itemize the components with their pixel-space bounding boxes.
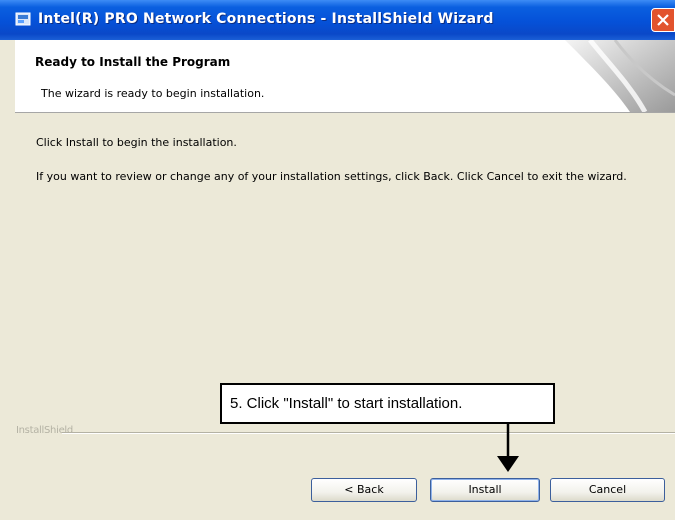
installer-app-icon: [15, 11, 31, 27]
installshield-brand-label: InstallShield: [16, 425, 73, 436]
install-button[interactable]: Install: [430, 478, 540, 502]
step-callout-text: 5. Click "Install" to start installation…: [230, 395, 463, 412]
footer-divider: [62, 432, 675, 434]
step-callout-box: 5. Click "Install" to start installation…: [220, 383, 555, 424]
close-button[interactable]: [651, 8, 675, 32]
close-icon: [657, 14, 669, 26]
title-bar[interactable]: Intel(R) PRO Network Connections - Insta…: [0, 0, 675, 40]
back-button[interactable]: < Back: [311, 478, 417, 502]
cancel-button[interactable]: Cancel: [550, 478, 665, 502]
instruction-text: Click Install to begin the installation.: [36, 136, 237, 149]
window-title: Intel(R) PRO Network Connections - Insta…: [38, 11, 494, 27]
installshield-banner-graphic: [565, 40, 675, 112]
wizard-header-banner: Ready to Install the Program The wizard …: [15, 40, 675, 113]
page-title: Ready to Install the Program: [35, 55, 231, 69]
page-subtitle: The wizard is ready to begin installatio…: [41, 87, 265, 100]
down-arrow-icon: [497, 424, 519, 472]
review-settings-text: If you want to review or change any of y…: [36, 170, 627, 183]
installshield-wizard-window: Intel(R) PRO Network Connections - Insta…: [0, 0, 675, 520]
